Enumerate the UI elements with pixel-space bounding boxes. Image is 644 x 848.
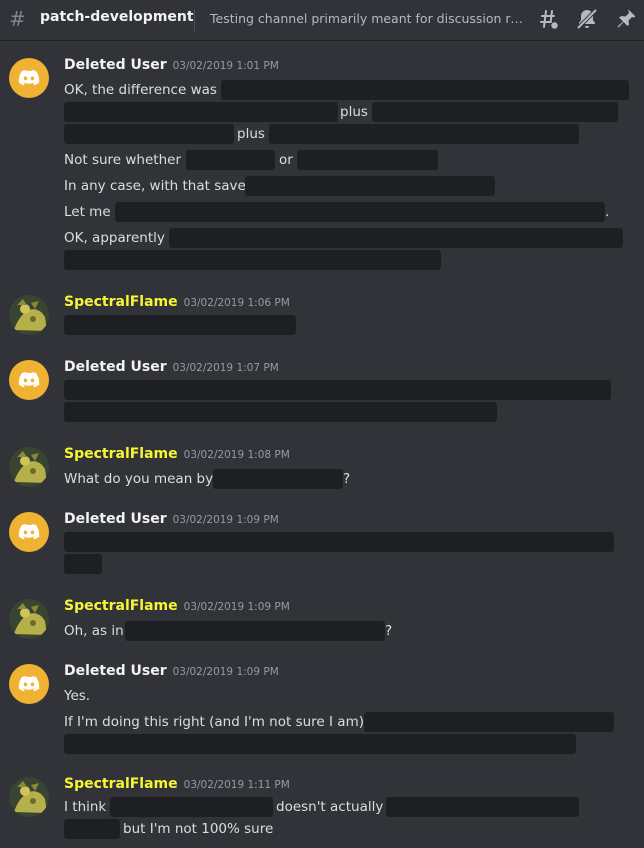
author-name[interactable]: Deleted User <box>64 663 167 679</box>
spoiler[interactable] <box>64 734 576 754</box>
mute-bell-icon[interactable] <box>575 7 599 31</box>
user-avatar-image <box>9 599 49 639</box>
message-text: but I'm not 100% sure <box>123 821 274 837</box>
spoiler[interactable] <box>64 532 614 552</box>
spoiler[interactable] <box>64 380 611 400</box>
message-text: ? <box>343 471 351 487</box>
avatar[interactable] <box>9 664 49 704</box>
message-text: doesn't actually <box>276 799 384 815</box>
user-avatar-image <box>9 295 49 335</box>
message-text: Yes. <box>64 688 91 704</box>
timestamp[interactable]: 03/02/2019 1:07 PM <box>173 362 279 374</box>
discord-logo-icon <box>18 524 40 540</box>
spoiler[interactable] <box>213 469 343 489</box>
message-text: plus <box>340 104 368 120</box>
author-name[interactable]: SpectralFlame <box>64 294 178 310</box>
message-text: Oh, as in <box>64 623 124 639</box>
timestamp[interactable]: 03/02/2019 1:09 PM <box>173 666 279 678</box>
spoiler[interactable] <box>64 102 338 122</box>
message-text: I think <box>64 799 107 815</box>
timestamp[interactable]: 03/02/2019 1:06 PM <box>184 297 290 309</box>
spoiler[interactable] <box>221 80 629 100</box>
spoiler[interactable] <box>297 150 438 170</box>
spoiler[interactable] <box>64 315 296 335</box>
spoiler[interactable] <box>64 250 441 270</box>
timestamp[interactable]: 03/02/2019 1:08 PM <box>184 449 290 461</box>
spoiler[interactable] <box>64 124 234 144</box>
discord-logo-icon <box>18 372 40 388</box>
avatar[interactable] <box>9 295 49 335</box>
avatar[interactable] <box>9 447 49 487</box>
timestamp[interactable]: 03/02/2019 1:11 PM <box>184 779 290 791</box>
message-text: plus <box>237 126 265 142</box>
message-text: What do you mean by <box>64 471 214 487</box>
avatar[interactable] <box>9 777 49 817</box>
channel-hash-icon: # <box>9 7 26 31</box>
message-text: . <box>605 204 610 220</box>
channel-topic[interactable]: Testing channel primarily meant for disc… <box>210 11 526 26</box>
author-name[interactable]: Deleted User <box>64 359 167 375</box>
spoiler[interactable] <box>386 797 579 817</box>
spoiler[interactable] <box>245 176 495 196</box>
avatar[interactable] <box>9 599 49 639</box>
channel-name[interactable]: patch-development <box>40 9 194 25</box>
header-divider <box>194 9 195 31</box>
message-text: Let me <box>64 204 111 220</box>
message-text: ? <box>385 623 393 639</box>
spoiler[interactable] <box>110 797 273 817</box>
message-list[interactable]: Deleted User 03/02/2019 1:01 PM OK, the d… <box>0 44 644 848</box>
spoiler[interactable] <box>169 228 623 248</box>
spoiler[interactable] <box>64 402 497 422</box>
spoiler[interactable] <box>125 621 385 641</box>
message-text: or <box>279 152 293 168</box>
author-name[interactable]: SpectralFlame <box>64 446 178 462</box>
spoiler[interactable] <box>64 554 102 574</box>
message-text: Not sure whether <box>64 152 181 168</box>
spoiler[interactable] <box>64 819 120 839</box>
threads-icon[interactable] <box>536 7 560 31</box>
timestamp[interactable]: 03/02/2019 1:09 PM <box>173 514 279 526</box>
pin-icon[interactable] <box>614 7 638 31</box>
message-text: In any case, with that save <box>64 178 246 194</box>
spoiler[interactable] <box>372 102 618 122</box>
spoiler[interactable] <box>364 712 614 732</box>
timestamp[interactable]: 03/02/2019 1:01 PM <box>173 60 279 72</box>
user-avatar-image <box>9 447 49 487</box>
spoiler[interactable] <box>186 150 275 170</box>
message-text: OK, apparently <box>64 230 165 246</box>
message-text: OK, the difference was <box>64 82 217 98</box>
spoiler[interactable] <box>115 202 605 222</box>
avatar[interactable] <box>9 58 49 98</box>
user-avatar-image <box>9 777 49 817</box>
author-name[interactable]: Deleted User <box>64 57 167 73</box>
avatar[interactable] <box>9 360 49 400</box>
avatar[interactable] <box>9 512 49 552</box>
discord-logo-icon <box>18 676 40 692</box>
timestamp[interactable]: 03/02/2019 1:09 PM <box>184 601 290 613</box>
author-name[interactable]: Deleted User <box>64 511 167 527</box>
discord-logo-icon <box>18 70 40 86</box>
message-text: If I'm doing this right (and I'm not sur… <box>64 714 369 730</box>
author-name[interactable]: SpectralFlame <box>64 776 178 792</box>
channel-header: # patch-development Testing channel prim… <box>0 0 644 40</box>
author-name[interactable]: SpectralFlame <box>64 598 178 614</box>
spoiler[interactable] <box>269 124 579 144</box>
